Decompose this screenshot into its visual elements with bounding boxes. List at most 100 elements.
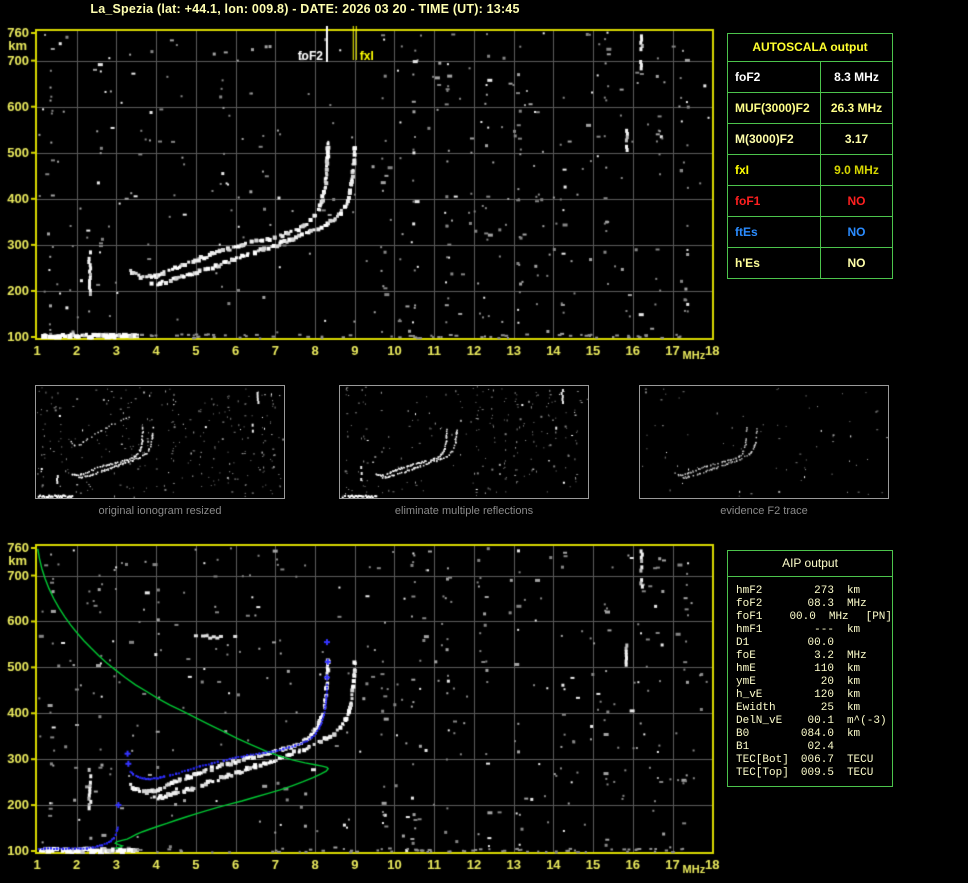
thumbnail-original-ionogram-canvas [36, 386, 284, 498]
aip-value: 3.2 [814, 650, 834, 662]
thumbnail-caption-evidence: evidence F2 trace [720, 505, 808, 517]
aip-row-12: B1 02.4 [736, 741, 892, 754]
thumbnail-eliminate-reflections-canvas [340, 386, 588, 498]
aip-unit: MHz [846, 650, 867, 662]
autoscala-param-value: NO [847, 256, 866, 270]
aip-label: B0 [736, 728, 750, 740]
aip-row-1: foF2 08.3 MHz [736, 598, 892, 611]
autoscala-param-label: fxI [728, 155, 821, 185]
aip-value: 006.7 [800, 754, 834, 766]
aip-unit: km [846, 689, 861, 701]
thumbnail-caption-eliminate: eliminate multiple reflections [394, 505, 534, 517]
aip-value: 08.3 [807, 598, 834, 610]
aip-output-table: AIP output hmF2 273 km foF2 08.3 MHz foF1 00.0 M… [727, 550, 893, 787]
aip-row-6: hmE 110 km [736, 663, 892, 676]
aip-row-8: h_vE 120 km [736, 689, 892, 702]
aip-table-rows: hmF2 273 km foF2 08.3 MHz foF1 00.0 MHz [PN] hmF1-… [728, 577, 892, 786]
aip-value: 25 [820, 702, 834, 714]
aip-unit: km [846, 702, 861, 714]
aip-label: foF2 [736, 598, 763, 610]
aip-value: 084.0 [800, 728, 834, 740]
aip-row-2: foF1 00.0 MHz [PN] [736, 611, 892, 624]
autoscala-param-value: NO [847, 225, 866, 239]
aip-row-11: B0 084.0 km [736, 728, 892, 741]
aip-label: foF1 [736, 611, 763, 623]
bottom-ionogram-profile-plot [0, 538, 720, 883]
autoscala-param-value: 3.17 [844, 132, 869, 146]
aip-row-14: TEC[Top] 009.5 TECU [736, 767, 892, 780]
aip-value: 00.1 [807, 715, 834, 727]
aip-label: ymE [736, 676, 756, 688]
aip-label: hmF1 [736, 624, 763, 636]
thumbnail-evidence-f2-trace [639, 385, 889, 499]
thumbnail-original-ionogram [35, 385, 285, 499]
thumbnail-caption-original: original ionogram resized [98, 505, 222, 517]
aip-row-13: TEC[Bot] 006.7 TECU [736, 754, 892, 767]
aip-unit: km [846, 624, 861, 636]
aip-label: h_vE [736, 689, 763, 701]
aip-label: DelN_vE [736, 715, 783, 727]
aip-value: 00.0 [789, 611, 816, 623]
autoscala-row-5: ftEs NO [728, 217, 892, 248]
autoscala-table-header: AUTOSCALA output [728, 34, 892, 62]
autoscala-row-4: foF1 NO [728, 186, 892, 217]
aip-label: B1 [736, 741, 750, 753]
autoscala-row-3: fxI 9.0 MHz [728, 155, 892, 186]
aip-row-0: hmF2 273 km [736, 585, 892, 598]
thumbnail-evidence-f2-trace-canvas [640, 386, 888, 498]
autoscala-row-1: MUF(3000)F2 26.3 MHz [728, 93, 892, 124]
autoscala-param-value: 9.0 MHz [834, 163, 879, 177]
autoscala-param-label: foF1 [728, 186, 821, 216]
aip-label: TEC[Bot] [736, 754, 789, 766]
autoscala-param-label: h'Es [728, 248, 821, 278]
autoscala-param-value: NO [847, 194, 866, 208]
aip-row-7: ymE 20 km [736, 676, 892, 689]
top-ionogram-plot [0, 24, 720, 369]
aip-unit [834, 637, 892, 650]
aip-table-header: AIP output [728, 551, 892, 577]
aip-unit: TECU [846, 754, 874, 766]
aip-row-10: DelN_vE 00.1 m^(-3) [736, 715, 892, 728]
aip-value: 20 [820, 676, 834, 688]
aip-label: foE [736, 650, 756, 662]
aip-label: hmF2 [736, 585, 763, 597]
autoscala-row-6: h'Es NO [728, 248, 892, 278]
autoscala-param-label: M(3000)F2 [728, 124, 821, 154]
autoscala-param-value: 8.3 MHz [834, 70, 879, 84]
aip-unit: km [846, 676, 861, 688]
aip-value: 273 [814, 585, 834, 597]
autoscala-param-label: foF2 [728, 62, 821, 92]
autoscala-output-table: AUTOSCALA output foF2 8.3 MHz MUF(3000)F2 2… [727, 33, 893, 279]
aip-value: 02.4 [807, 741, 834, 753]
autoscala-row-0: foF2 8.3 MHz [728, 62, 892, 93]
autoscala-row-2: M(3000)F2 3.17 [728, 124, 892, 155]
aip-value: 120 [814, 689, 834, 701]
aip-extra: [PN] [865, 611, 892, 623]
aip-unit: km [846, 663, 861, 675]
aip-unit: m^(-3) [846, 715, 887, 727]
aip-value: 009.5 [800, 767, 834, 779]
aip-unit: TECU [846, 767, 874, 779]
aip-row-5: foE 3.2 MHz [736, 650, 892, 663]
autoscala-param-label: ftEs [728, 217, 821, 247]
aip-unit: MHz [828, 611, 849, 623]
aip-unit: MHz [846, 598, 867, 610]
aip-unit [834, 741, 892, 754]
aip-label: hmE [736, 663, 756, 675]
thumbnail-eliminate-reflections [339, 385, 589, 499]
aip-row-4: D1 00.0 [736, 637, 892, 650]
autoscala-table-rows: foF2 8.3 MHz MUF(3000)F2 26.3 MHz M(3000)F2 3… [728, 62, 892, 278]
aip-row-9: Ewidth 25 km [736, 702, 892, 715]
aip-value: 110 [814, 663, 834, 675]
autoscala-param-value: 26.3 MHz [830, 101, 883, 115]
aip-label: Ewidth [736, 702, 776, 714]
page-title: La_Spezia (lat: +44.1, lon: 009.8) - DAT… [90, 2, 520, 16]
aip-value: 00.0 [807, 637, 834, 649]
aip-unit: km [846, 585, 861, 597]
aip-unit: km [846, 728, 861, 740]
aip-value: --- [814, 624, 834, 636]
aip-label: TEC[Top] [736, 767, 789, 779]
autoscala-app-window: La_Spezia (lat: +44.1, lon: 009.8) - DAT… [0, 0, 968, 883]
aip-label: D1 [736, 637, 750, 649]
autoscala-param-label: MUF(3000)F2 [728, 93, 821, 123]
